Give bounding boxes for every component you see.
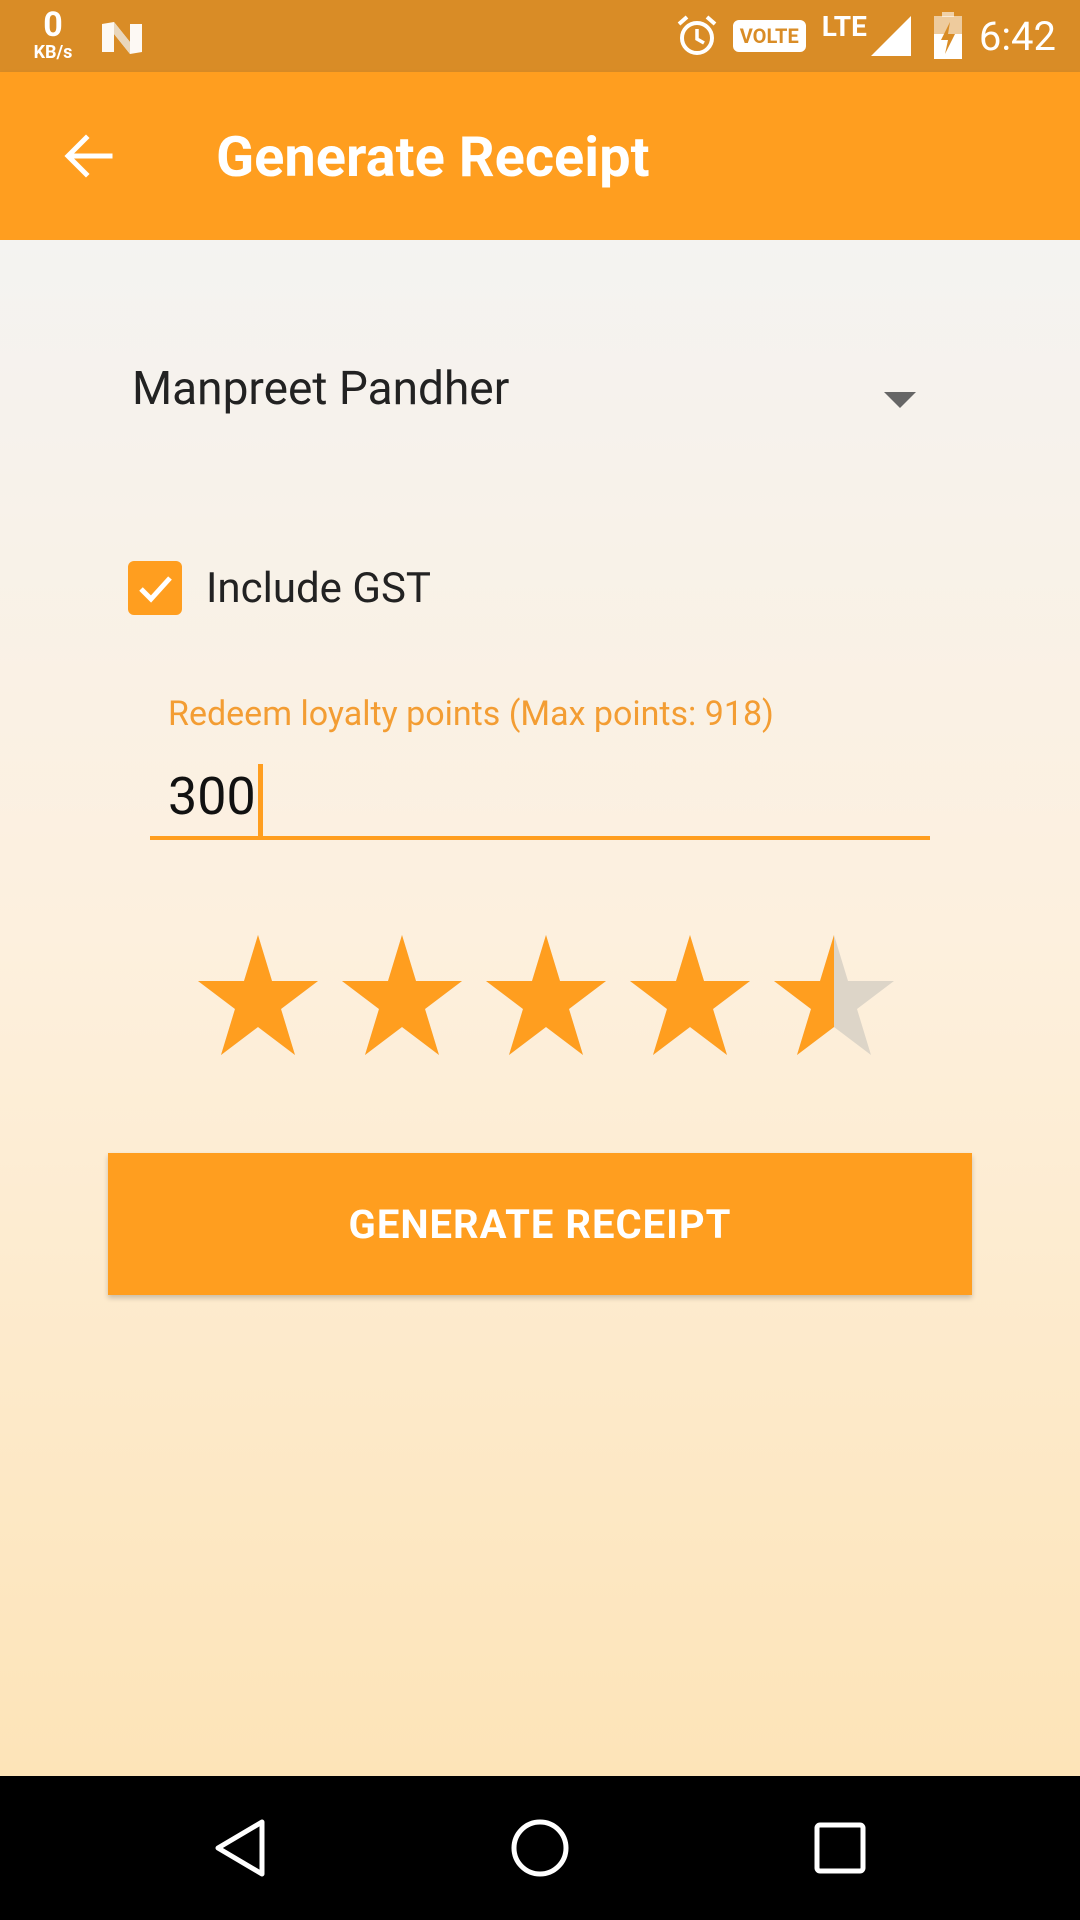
signal-icon (870, 16, 911, 56)
navigation-bar (0, 1776, 1080, 1920)
checkmark-icon (139, 576, 172, 603)
network-speed: 0 KB/s (26, 8, 80, 62)
content-area: Manpreet Pandher Include GST Redeem loya… (0, 240, 1080, 1776)
alarm-icon (677, 15, 717, 55)
status-left: 0 KB/s (26, 8, 144, 62)
text-cursor (257, 764, 263, 836)
network-speed-unit: KB/s (33, 42, 73, 63)
input-underline (150, 836, 930, 840)
rating-bar[interactable] (186, 930, 906, 1060)
gst-checkbox-label: Include GST (206, 563, 431, 613)
status-bar: 0 KB/s VOLTE LTE 6:42 (0, 0, 1080, 72)
app-bar: Generate Receipt (0, 72, 1080, 240)
dropdown-arrow-icon (884, 392, 916, 408)
nav-recents-button[interactable] (790, 1798, 890, 1898)
star-filled-fill (342, 935, 462, 1055)
network-speed-value: 0 (43, 5, 63, 45)
nav-home-button[interactable] (490, 1798, 590, 1898)
customer-dropdown[interactable]: Manpreet Pandher (132, 352, 932, 442)
gst-checkbox[interactable] (128, 561, 182, 615)
n-logo-icon (102, 22, 142, 54)
circle-home-icon (511, 1819, 569, 1877)
rating-star-icon[interactable] (762, 930, 906, 1060)
volte-badge: VOLTE (732, 20, 806, 52)
star-filled-fill (486, 935, 606, 1055)
loyalty-points-input[interactable]: 300 (150, 760, 930, 840)
generate-receipt-button[interactable]: GENERATE RECEIPT (108, 1153, 972, 1295)
loyalty-points-text: 300 (168, 766, 256, 827)
rating-star-icon[interactable] (618, 930, 762, 1060)
page-title: Generate Receipt (216, 124, 650, 190)
loyalty-points-label: Redeem loyalty points (Max points: 918) (168, 694, 774, 734)
star-filled-fill (774, 935, 834, 1055)
rating-star-icon[interactable] (186, 930, 330, 1060)
square-recents-icon (814, 1822, 866, 1874)
back-button[interactable] (44, 112, 132, 200)
loyalty-points-value: 300 (168, 764, 263, 836)
nav-back-button[interactable] (190, 1798, 290, 1898)
triangle-back-icon (215, 1819, 265, 1877)
rating-star-icon[interactable] (474, 930, 618, 1060)
network-type: LTE (821, 10, 867, 43)
star-filled-fill (630, 935, 750, 1055)
clock: 6:42 (978, 12, 1056, 60)
battery-icon (933, 12, 962, 59)
status-right: VOLTE LTE 6:42 (675, 0, 1056, 72)
rating-star-icon[interactable] (330, 930, 474, 1060)
star-filled-fill (198, 935, 318, 1055)
gst-checkbox-row[interactable]: Include GST (128, 560, 431, 616)
arrow-back-icon (64, 134, 113, 178)
customer-dropdown-value: Manpreet Pandher (132, 362, 510, 416)
